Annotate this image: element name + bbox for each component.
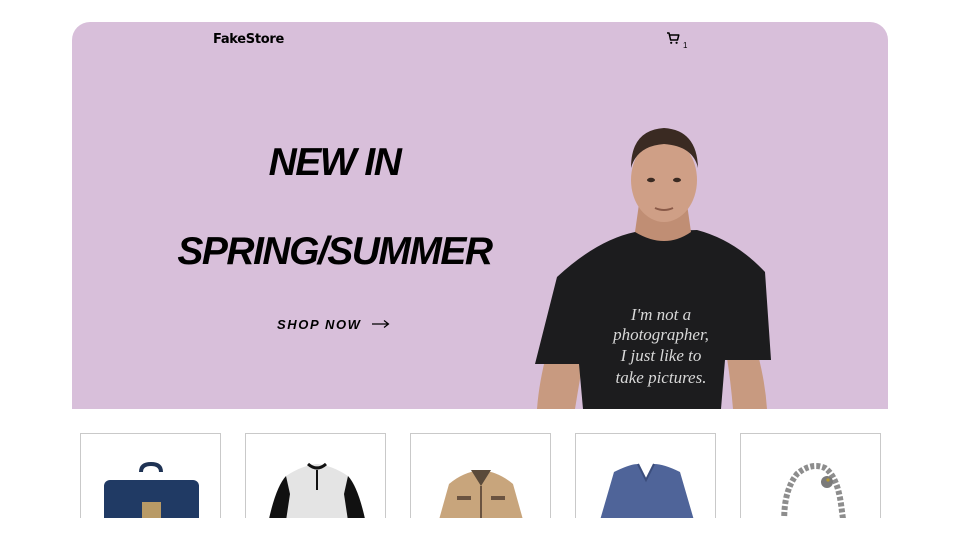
- jacket-image: [439, 470, 523, 518]
- hero-banner: FakeStore 1 NEW IN SPRING/SUMMER SHOP NO…: [72, 22, 888, 409]
- hero-headline-season: SPRING/SUMMER: [177, 230, 493, 273]
- v-neck-shirt-image: [600, 463, 694, 518]
- product-card-raglan-shirt[interactable]: [245, 433, 386, 518]
- shirt-print-line: take pictures.: [616, 368, 707, 387]
- shirt-print-line: I'm not a: [630, 305, 691, 324]
- product-card-bracelet[interactable]: [740, 433, 881, 518]
- product-card-backpack[interactable]: [80, 433, 221, 518]
- shirt-print-line: photographer,: [612, 325, 709, 344]
- raglan-shirt-image: [269, 462, 365, 518]
- cart-icon: [667, 32, 680, 44]
- bracelet-image: [781, 463, 846, 518]
- cart-count-badge: 1: [683, 41, 688, 50]
- product-card-jacket[interactable]: [410, 433, 551, 518]
- arrow-right-icon: [371, 320, 390, 328]
- product-card-v-neck-shirt[interactable]: [575, 433, 716, 518]
- product-list: [80, 433, 882, 518]
- hero-model-image: I'm not a photographer, I just like to t…: [535, 128, 771, 409]
- cart-button[interactable]: 1: [666, 31, 696, 51]
- shirt-print-line: I just like to: [620, 346, 702, 365]
- brand-logo[interactable]: FakeStore: [213, 32, 284, 47]
- shop-now-button[interactable]: SHOP NOW: [277, 314, 390, 334]
- backpack-image: [104, 461, 199, 518]
- shop-now-label: SHOP NOW: [277, 316, 362, 332]
- hero-headline-new-in: NEW IN: [268, 141, 402, 184]
